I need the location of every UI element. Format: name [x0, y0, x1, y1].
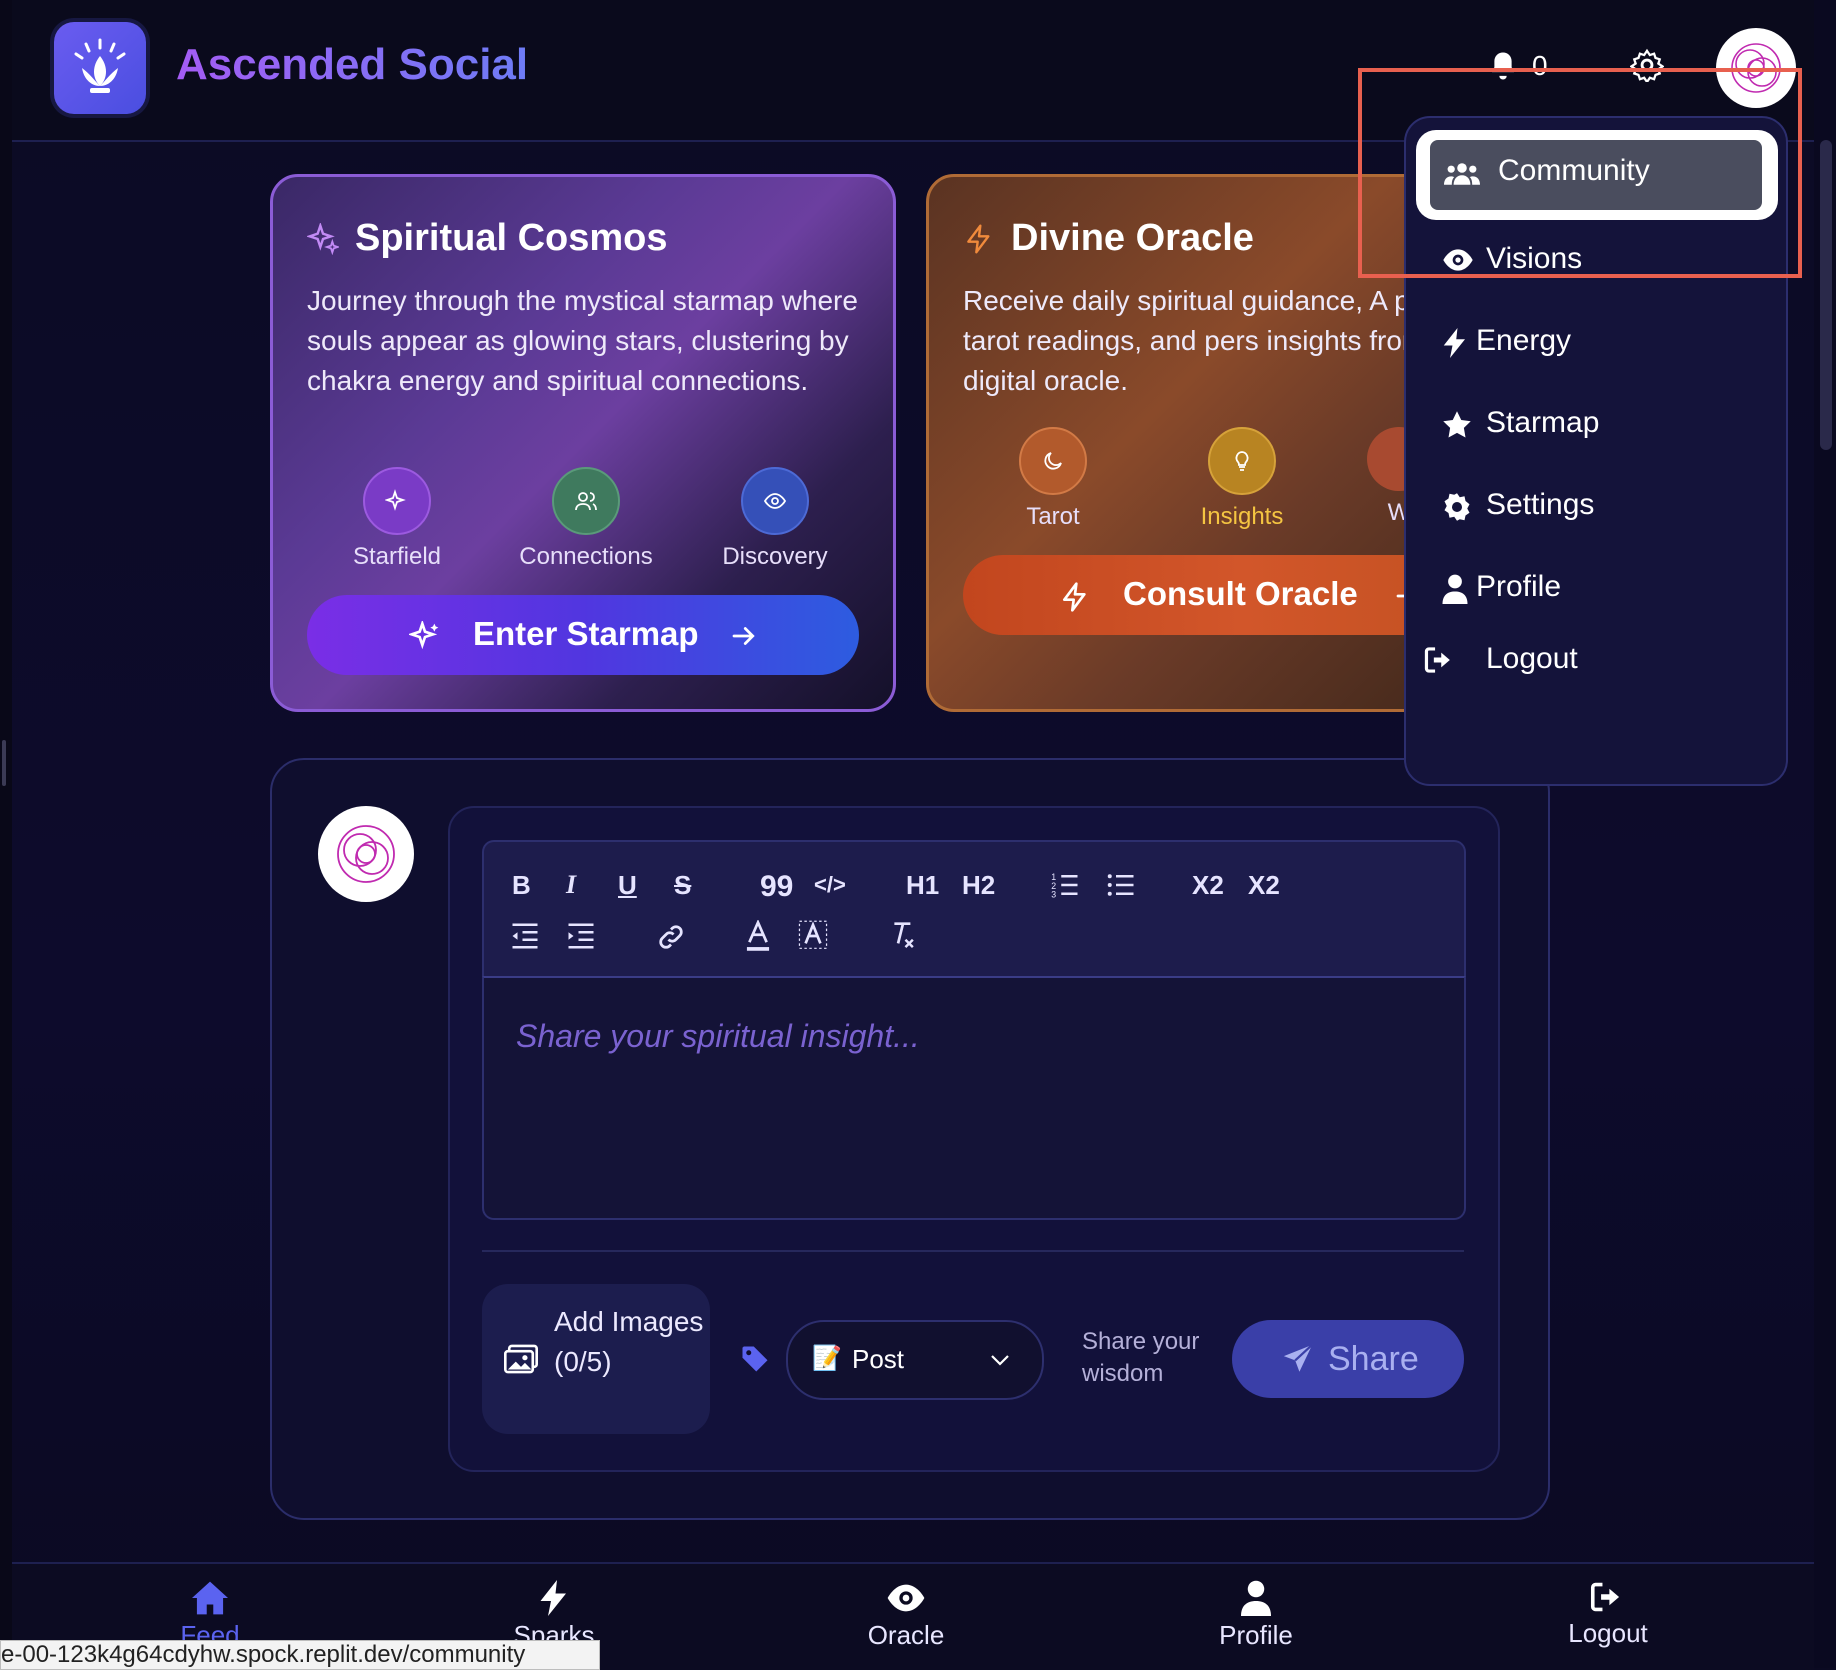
editor-toolbar: B I U S 99 </> H1 H2 123 X2 X2 — [482, 840, 1466, 976]
card-title: Divine Oracle — [1011, 217, 1254, 259]
nav-label: Oracle — [867, 1620, 945, 1650]
feature-label: Discovery — [722, 543, 828, 570]
lightning-icon — [1443, 328, 1465, 358]
send-icon — [1283, 1343, 1313, 1372]
svg-text:3: 3 — [1051, 890, 1056, 900]
post-type-emoji: 📝 — [812, 1345, 842, 1372]
strikethrough-button[interactable]: S — [674, 870, 691, 901]
user-icon — [1241, 1580, 1271, 1616]
spiritual-cosmos-card: Spiritual Cosmos Journey through the mys… — [270, 174, 896, 712]
moon-icon — [1019, 427, 1087, 495]
add-images-button[interactable]: Add Images (0/5) — [482, 1284, 710, 1434]
feature-insights: Insights — [1172, 427, 1312, 531]
menu-item-logout[interactable]: Logout — [1416, 624, 1750, 696]
bullet-list-icon[interactable] — [1106, 870, 1136, 900]
left-rail — [0, 0, 12, 1668]
menu-item-energy[interactable]: Energy — [1434, 306, 1768, 378]
logout-icon — [1590, 1582, 1620, 1612]
feature-starfield: Starfield — [327, 467, 467, 571]
user-icon — [1442, 574, 1468, 604]
editor-placeholder: Share your spiritual insight... — [516, 1018, 920, 1054]
home-icon — [192, 1581, 228, 1615]
editor-area[interactable]: Share your spiritual insight... — [482, 976, 1466, 1220]
avatar-mandala-icon — [337, 825, 395, 883]
highlight-color-icon[interactable] — [798, 920, 828, 952]
arrow-right-icon — [732, 627, 755, 645]
composer-divider — [482, 1250, 1464, 1252]
feature-tarot: Tarot — [983, 427, 1123, 531]
scrollbar-thumb[interactable] — [1820, 140, 1832, 450]
users-icon — [552, 467, 620, 535]
superscript-button[interactable]: X2 — [1248, 870, 1280, 901]
nav-item-profile[interactable]: Profile — [1176, 1580, 1336, 1651]
menu-item-starmap[interactable]: Starmap — [1434, 388, 1768, 460]
heading2-button[interactable]: H2 — [962, 870, 995, 901]
underline-button[interactable]: U — [618, 870, 637, 901]
cta-label: Enter Starmap — [473, 615, 699, 652]
highlight-annotation-box — [1358, 68, 1802, 278]
composer-avatar — [318, 806, 414, 902]
lotus-icon — [74, 38, 126, 93]
nav-label: Logout — [1568, 1618, 1648, 1648]
app-logo[interactable] — [54, 22, 146, 114]
menu-item-profile[interactable]: Profile — [1434, 552, 1768, 624]
feature-label: Insights — [1200, 503, 1284, 530]
status-bar-url: e-00-123k4g64cdyhw.spock.replit.dev/comm… — [0, 1640, 600, 1670]
tag-icon — [742, 1346, 768, 1372]
add-images-label: Add Images (0/5) — [554, 1306, 704, 1377]
share-button[interactable]: Share — [1232, 1320, 1464, 1398]
eye-icon — [887, 1584, 925, 1612]
feature-label: Tarot — [1026, 503, 1080, 530]
text-color-icon[interactable] — [744, 920, 772, 952]
lightbulb-icon — [1208, 427, 1276, 495]
lightning-icon — [1063, 582, 1086, 612]
scrollbar[interactable] — [1814, 0, 1836, 1668]
chevron-down-icon — [991, 1355, 1009, 1366]
logout-icon — [1424, 647, 1450, 673]
nav-item-oracle[interactable]: Oracle — [826, 1580, 986, 1651]
sparkles-icon — [307, 223, 339, 255]
menu-item-settings[interactable]: Settings — [1434, 470, 1768, 542]
eye-icon — [741, 467, 809, 535]
post-type-select[interactable]: 📝 Post — [786, 1320, 1044, 1400]
enter-starmap-button[interactable]: Enter Starmap — [307, 595, 859, 675]
link-icon[interactable] — [656, 922, 686, 952]
heading1-button[interactable]: H1 — [906, 870, 939, 901]
feature-connections: Connections — [516, 467, 656, 571]
bold-button[interactable]: B — [512, 870, 531, 901]
star-icon — [1443, 411, 1471, 438]
card-title: Spiritual Cosmos — [355, 217, 668, 259]
gear-icon — [1444, 493, 1470, 521]
menu-item-label: Profile — [1476, 570, 1562, 603]
nav-item-logout[interactable]: Logout — [1528, 1580, 1688, 1649]
outdent-icon[interactable] — [510, 922, 540, 950]
cta-label: Consult Oracle — [1123, 575, 1358, 612]
menu-item-label: Logout — [1486, 642, 1578, 675]
nav-label: Profile — [1219, 1620, 1293, 1650]
card-description: Journey through the mystical starmap whe… — [307, 285, 858, 396]
menu-item-label: Settings — [1486, 488, 1595, 521]
italic-button[interactable]: I — [566, 870, 576, 900]
blockquote-button[interactable]: 99 — [760, 870, 793, 904]
indent-icon[interactable] — [566, 922, 596, 950]
code-button[interactable]: </> — [814, 872, 846, 898]
share-hint: Share your wisdom — [1082, 1328, 1200, 1387]
post-type-value: Post — [852, 1344, 905, 1374]
ordered-list-icon[interactable]: 123 — [1050, 870, 1080, 900]
share-label: Share — [1328, 1340, 1419, 1378]
menu-item-label: Energy — [1476, 324, 1572, 357]
subscript-button[interactable]: X2 — [1192, 870, 1224, 901]
sparkles-icon — [409, 621, 439, 650]
menu-item-label: Starmap — [1486, 406, 1600, 439]
feature-label: Starfield — [352, 543, 442, 570]
images-icon — [504, 1344, 538, 1374]
app-title: Ascended Social — [176, 40, 529, 89]
rail-handle[interactable] — [2, 740, 6, 786]
feature-discovery: Discovery — [705, 467, 845, 571]
lightning-icon — [967, 224, 990, 254]
feature-label: Connections — [519, 543, 653, 570]
clear-format-icon[interactable] — [888, 920, 918, 952]
lightning-icon — [540, 1580, 566, 1616]
sparkles-icon — [363, 467, 431, 535]
